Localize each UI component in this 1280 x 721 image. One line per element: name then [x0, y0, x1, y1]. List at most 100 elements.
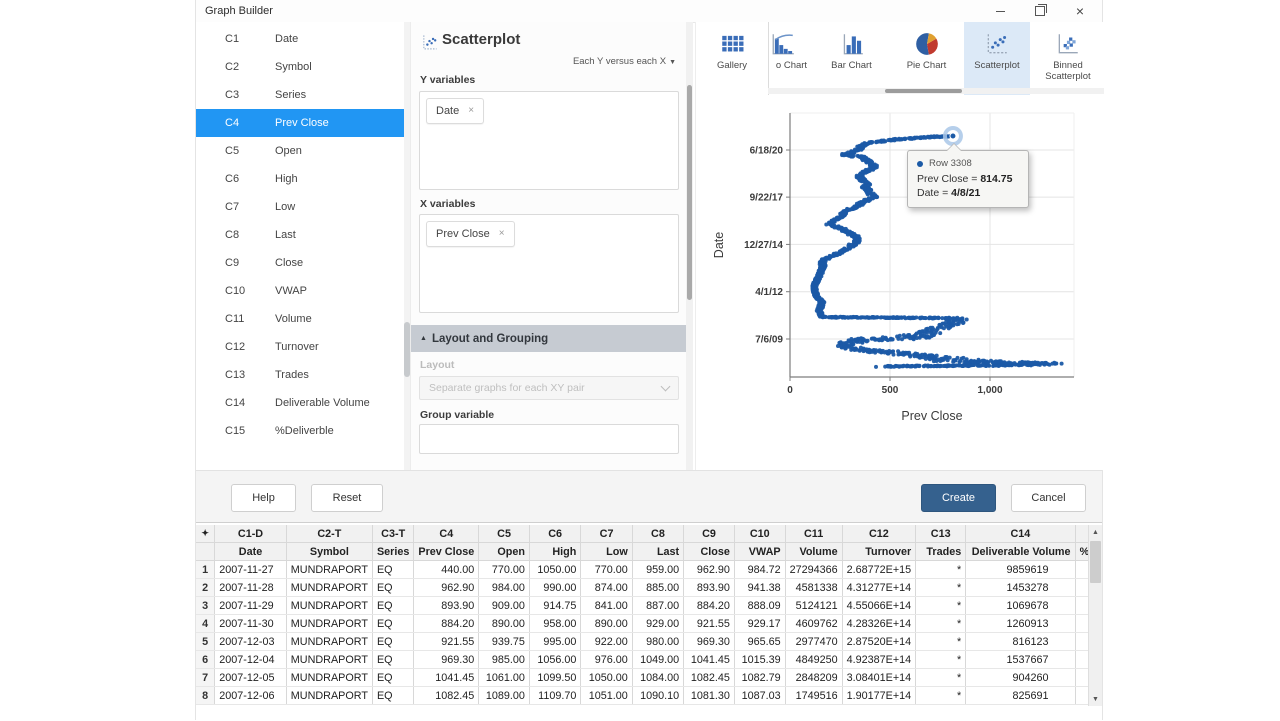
worksheet-cell[interactable]: 1041.45 [684, 651, 735, 669]
worksheet-cell[interactable]: EQ [372, 651, 413, 669]
worksheet-cell[interactable]: 440.00 [414, 561, 479, 579]
worksheet-cell[interactable]: 921.55 [684, 615, 735, 633]
worksheet-cell[interactable]: * [916, 669, 966, 687]
column-item-c2[interactable]: C2Symbol [196, 53, 410, 81]
mode-selector-dropdown[interactable]: Each Y versus each X▼ [573, 56, 676, 67]
row-number[interactable]: 2 [196, 579, 215, 597]
column-item-c13[interactable]: C13Trades [196, 361, 410, 389]
worksheet-cell[interactable]: 1537667 [966, 651, 1075, 669]
worksheet-cell[interactable]: EQ [372, 687, 413, 705]
worksheet-cell[interactable]: 2007-12-03 [215, 633, 287, 651]
row-number[interactable]: 7 [196, 669, 215, 687]
worksheet-cell[interactable]: 770.00 [479, 561, 530, 579]
worksheet-cell[interactable]: 995.00 [529, 633, 580, 651]
column-id-header[interactable]: C6 [529, 525, 580, 543]
worksheet-cell[interactable]: * [916, 633, 966, 651]
worksheet-cell[interactable]: 969.30 [684, 633, 735, 651]
column-id-header[interactable]: C12 [842, 525, 916, 543]
column-name-header[interactable]: Open [479, 543, 530, 561]
worksheet-cell[interactable]: 976.00 [581, 651, 632, 669]
settings-scrollbar-thumb[interactable] [687, 85, 692, 300]
column-name-header[interactable]: High [529, 543, 580, 561]
reset-button[interactable]: Reset [311, 484, 383, 512]
worksheet-cell[interactable]: 5124121 [785, 597, 842, 615]
worksheet-cell[interactable]: 893.90 [414, 597, 479, 615]
column-name-header[interactable]: Volume [785, 543, 842, 561]
worksheet-cell[interactable]: 1749516 [785, 687, 842, 705]
worksheet-cell[interactable]: 4.28326E+14 [842, 615, 916, 633]
group-variable-dropzone[interactable] [419, 424, 679, 454]
cancel-button[interactable]: Cancel [1011, 484, 1086, 512]
column-item-c4[interactable]: C4Prev Close [196, 109, 410, 137]
column-name-header[interactable]: Last [632, 543, 683, 561]
worksheet-cell[interactable]: 1069678 [966, 597, 1075, 615]
worksheet-cell[interactable]: 914.75 [529, 597, 580, 615]
worksheet-cell[interactable]: 922.00 [581, 633, 632, 651]
worksheet-cell[interactable]: 4581338 [785, 579, 842, 597]
column-name-header[interactable]: Date [215, 543, 287, 561]
worksheet-cell[interactable]: MUNDRAPORT [286, 669, 372, 687]
layout-grouping-section-header[interactable]: ▲ Layout and Grouping [411, 325, 686, 352]
worksheet-cell[interactable]: EQ [372, 615, 413, 633]
worksheet-cell[interactable]: 984.00 [479, 579, 530, 597]
worksheet-cell[interactable]: 890.00 [581, 615, 632, 633]
x-variables-dropzone[interactable]: Prev Close× [419, 214, 679, 313]
columns-scrollbar[interactable] [404, 22, 410, 470]
help-button[interactable]: Help [231, 484, 296, 512]
worksheet-cell[interactable]: 962.90 [414, 579, 479, 597]
column-name-header[interactable]: Symbol [286, 543, 372, 561]
worksheet-cell[interactable]: 941.38 [734, 579, 785, 597]
remove-variable-icon[interactable]: × [499, 229, 505, 239]
worksheet-cell[interactable]: 1090.10 [632, 687, 683, 705]
worksheet-cell[interactable]: 1260913 [966, 615, 1075, 633]
worksheet-cell[interactable]: EQ [372, 633, 413, 651]
row-number[interactable]: 4 [196, 615, 215, 633]
column-name-header[interactable]: Series [372, 543, 413, 561]
worksheet-cell[interactable]: * [916, 651, 966, 669]
column-id-header[interactable]: C14 [966, 525, 1075, 543]
worksheet-cell[interactable]: * [916, 615, 966, 633]
chart-type-tab-bar[interactable]: Bar Chart [814, 22, 889, 95]
column-item-c15[interactable]: C15%Deliverble [196, 417, 410, 445]
worksheet-cell[interactable]: 770.00 [581, 561, 632, 579]
worksheet-cell[interactable]: 1109.70 [529, 687, 580, 705]
worksheet-cell[interactable]: 1453278 [966, 579, 1075, 597]
worksheet-cell[interactable]: 888.09 [734, 597, 785, 615]
worksheet-cell[interactable]: EQ [372, 579, 413, 597]
y-variable-chip[interactable]: Date× [426, 98, 484, 124]
column-item-c1[interactable]: C1Date [196, 25, 410, 53]
worksheet-cell[interactable]: * [916, 687, 966, 705]
column-name-header[interactable]: VWAP [734, 543, 785, 561]
worksheet-cell[interactable]: 969.30 [414, 651, 479, 669]
worksheet-cell[interactable]: 2848209 [785, 669, 842, 687]
worksheet-cell[interactable]: 1081.30 [684, 687, 735, 705]
worksheet-cell[interactable]: 984.72 [734, 561, 785, 579]
worksheet-cell[interactable]: 4.31277E+14 [842, 579, 916, 597]
worksheet-cell[interactable]: 1015.39 [734, 651, 785, 669]
scroll-down-icon[interactable]: ▼ [1089, 692, 1102, 706]
worksheet-cell[interactable]: 1082.45 [684, 669, 735, 687]
worksheet-cell[interactable]: MUNDRAPORT [286, 579, 372, 597]
worksheet-cell[interactable]: 1099.50 [529, 669, 580, 687]
column-name-header[interactable]: Deliverable Volume [966, 543, 1075, 561]
worksheet-cell[interactable]: 2007-12-04 [215, 651, 287, 669]
worksheet-cell[interactable]: 874.00 [581, 579, 632, 597]
column-id-header[interactable]: C9 [684, 525, 735, 543]
worksheet-cell[interactable]: 1050.00 [581, 669, 632, 687]
worksheet-cell[interactable]: 2007-12-05 [215, 669, 287, 687]
column-id-header[interactable]: C8 [632, 525, 683, 543]
worksheet-cell[interactable]: MUNDRAPORT [286, 687, 372, 705]
worksheet-cell[interactable]: MUNDRAPORT [286, 615, 372, 633]
worksheet-cell[interactable]: 4.55066E+14 [842, 597, 916, 615]
select-all-corner[interactable]: ✦ [196, 525, 215, 543]
column-name-header[interactable]: Low [581, 543, 632, 561]
chart-type-tab-gallery[interactable]: Gallery [696, 22, 768, 95]
worksheet-cell[interactable]: 965.65 [734, 633, 785, 651]
column-id-header[interactable]: C2-T [286, 525, 372, 543]
worksheet-cell[interactable]: 1041.45 [414, 669, 479, 687]
chart-type-tab-scatter[interactable]: Scatterplot [964, 22, 1030, 95]
worksheet-cell[interactable]: 1061.00 [479, 669, 530, 687]
row-number[interactable]: 1 [196, 561, 215, 579]
worksheet-cell[interactable]: 884.20 [684, 597, 735, 615]
column-item-c7[interactable]: C7Low [196, 193, 410, 221]
